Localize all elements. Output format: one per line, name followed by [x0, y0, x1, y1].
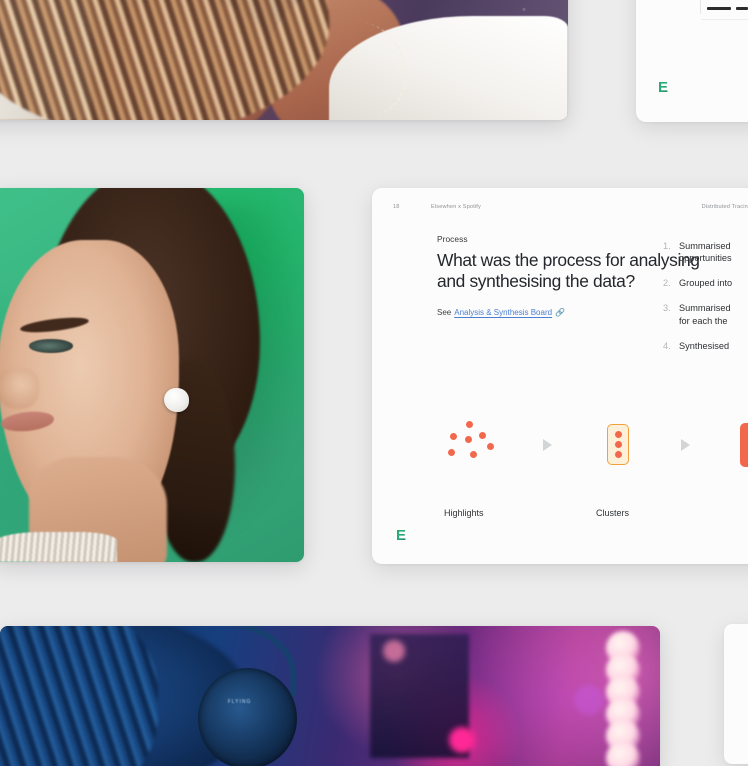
headphone-brand-label: FLYING: [227, 698, 252, 705]
card-bottom-right[interactable]: [724, 624, 748, 764]
table-cell-bar: [736, 7, 748, 10]
list-item-text: Summarised for each the: [679, 303, 731, 326]
list-item: 1. Summarised opportunities: [663, 240, 748, 264]
photo-neon-hair: [0, 626, 159, 766]
headphone-earcup-icon: [198, 668, 297, 766]
bokeh-dot-violet: [574, 684, 605, 715]
list-item: 4. Synthesised: [663, 340, 748, 352]
top-right-table: [700, 0, 748, 20]
photo-woman-earbud: [0, 188, 304, 562]
list-item-number: 2.: [663, 278, 671, 289]
list-item-number: 1.: [663, 241, 671, 251]
list-item-number: 3.: [663, 303, 671, 314]
slide-numbered-list: 1. Summarised opportunities 2. Grouped i…: [663, 240, 748, 365]
slide-header: 18 Elsewhen x Spotify Distributed Tracin…: [372, 204, 748, 210]
photo-woman-shirt: [0, 532, 117, 562]
table-cell-bar: [707, 7, 731, 10]
slide-page-number: 18: [393, 204, 400, 210]
bokeh-dot-pink: [448, 726, 475, 753]
photo-woman-eye: [29, 339, 74, 353]
slide-client-name: Elsewhen x Spotify: [431, 204, 481, 210]
link-icon: 🔗: [555, 308, 566, 318]
list-item-number: 4.: [663, 340, 671, 351]
earbud-icon: [163, 388, 189, 413]
photo-woman-nose: [0, 367, 39, 409]
list-item-text: Synthesised: [679, 340, 730, 351]
see-prefix-label: See: [437, 308, 452, 318]
photo-neon-bokeh-lights: [602, 626, 644, 766]
card-top-right[interactable]: E: [636, 0, 748, 122]
photo-dreadlocks: [0, 0, 568, 120]
photo-neon-headphones: FLYING: [0, 626, 660, 766]
analysis-synthesis-board-link[interactable]: Analysis & Synthesis Board: [454, 308, 552, 317]
table-row: [701, 0, 748, 20]
list-item-text: Summarised opportunities: [679, 241, 732, 264]
bokeh-dot-rose: [382, 640, 405, 662]
slide-project-name: Distributed Tracing Research: [701, 204, 748, 210]
list-item-text: Grouped into: [679, 278, 733, 289]
elsewhen-logo-top-right: E: [658, 79, 668, 96]
list-item: 2. Grouped into: [663, 277, 748, 289]
list-item: 3. Summarised for each the: [663, 302, 748, 326]
elsewhen-logo-slide: E: [396, 527, 406, 544]
